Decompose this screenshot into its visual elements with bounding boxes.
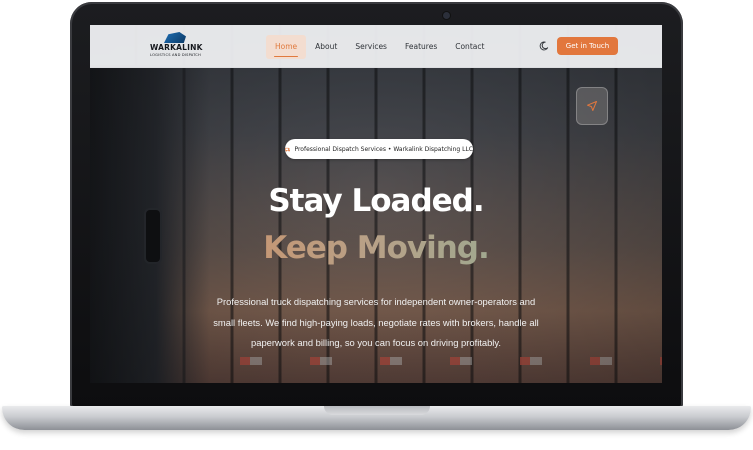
brand-logo[interactable]: WARKALINK LOGISTICS AND DISPATCH (150, 32, 202, 60)
nav-contact[interactable]: Contact (446, 35, 493, 59)
laptop-base (2, 406, 751, 430)
hero-headline-primary: Stay Loaded. (268, 183, 484, 219)
floating-send-button[interactable] (576, 87, 608, 125)
nav-about[interactable]: About (306, 35, 346, 59)
hero-badge: Professional Dispatch Services • Warkali… (285, 139, 473, 159)
navbar: WARKALINK LOGISTICS AND DISPATCH Home Ab… (90, 25, 662, 68)
brand-tagline: LOGISTICS AND DISPATCH (150, 53, 201, 57)
get-in-touch-button[interactable]: Get in Touch (557, 37, 618, 55)
nav-menu: Home About Services Features Contact (266, 35, 493, 59)
nav-features[interactable]: Features (396, 35, 446, 59)
send-icon (587, 101, 597, 111)
truck-logo-icon (164, 32, 186, 43)
hero-badge-text: Professional Dispatch Services • Warkali… (294, 145, 473, 153)
brand-name: WARKALINK (150, 43, 203, 52)
nav-services[interactable]: Services (346, 35, 396, 59)
website-screen: WARKALINK LOGISTICS AND DISPATCH Home Ab… (90, 25, 662, 383)
laptop-notch (324, 406, 430, 415)
truck-icon (285, 147, 291, 152)
hero-description: Professional truck dispatching services … (213, 296, 539, 348)
hero-headline-secondary: Keep Moving. (90, 230, 662, 266)
moon-icon[interactable] (539, 41, 549, 51)
camera-icon (443, 12, 450, 19)
nav-home[interactable]: Home (266, 35, 307, 59)
